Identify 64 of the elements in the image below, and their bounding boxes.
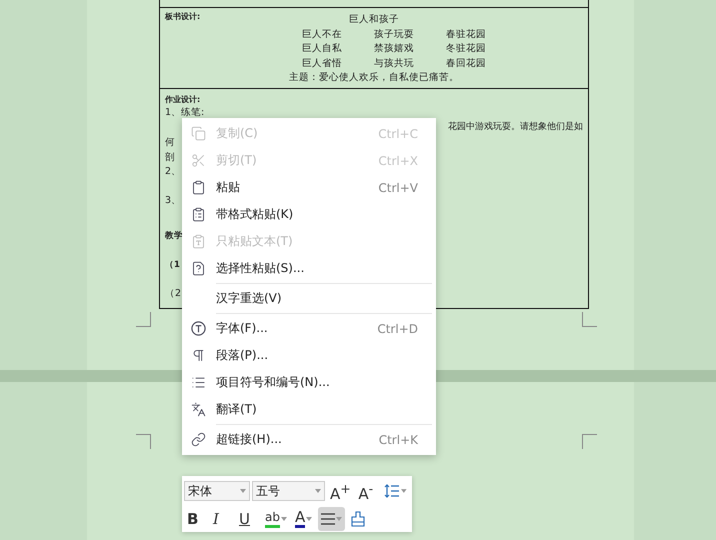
font-select[interactable]: 宋体 xyxy=(184,481,250,501)
document-text: 2、 xyxy=(165,165,182,178)
caret-icon xyxy=(240,489,246,493)
underline-button[interactable]: U xyxy=(236,507,260,531)
clipboard-icon xyxy=(190,180,206,195)
copy-icon xyxy=(190,126,206,141)
caret-icon xyxy=(336,517,342,521)
board-text: 春驻花园 xyxy=(446,28,486,42)
clipboard-list-icon xyxy=(190,207,206,222)
section-label: 作业设计: xyxy=(165,94,200,105)
grow-button[interactable]: A$^{+}$ xyxy=(326,479,354,503)
color-button[interactable]: A xyxy=(292,507,316,531)
link-icon xyxy=(190,432,206,447)
menu-item[interactable]: 超链接(H)... Ctrl+K xyxy=(182,426,436,453)
board-text: 春回花园 xyxy=(446,56,486,71)
clipboard-text-icon xyxy=(190,234,206,249)
board-text: 巨人不在 xyxy=(302,28,342,42)
caret-icon xyxy=(306,517,312,521)
document-text: 何 xyxy=(165,136,175,149)
menu-item[interactable]: 项目符号和编号(N)... xyxy=(182,369,436,396)
caret-icon xyxy=(401,489,407,493)
crop-mark xyxy=(582,312,597,327)
board-title: 巨人和孩子 xyxy=(349,13,399,27)
italic-button[interactable]: I xyxy=(210,507,234,531)
caret-icon xyxy=(314,489,321,493)
board-text: 禁孩嬉戏 xyxy=(374,42,414,56)
circled-t-icon xyxy=(190,321,206,336)
board-text: 孩子玩耍 xyxy=(374,28,414,42)
line-spacing-icon xyxy=(384,484,400,498)
document-text: 花园中游戏玩耍。请想象他们是如 xyxy=(448,121,583,134)
board-text: 与孩共玩 xyxy=(374,56,414,71)
crop-mark xyxy=(136,434,151,449)
clipboard-question-icon xyxy=(190,261,206,276)
document-text: 教学 xyxy=(165,230,183,243)
format-brush-icon xyxy=(350,511,366,527)
document-text: 剖 xyxy=(165,151,175,164)
paragraph-icon xyxy=(190,348,206,363)
scissors-icon xyxy=(190,153,206,168)
align-icon xyxy=(320,513,335,525)
crop-mark xyxy=(136,312,151,327)
document-text: （2 xyxy=(165,287,182,300)
document-text: 1、练笔: xyxy=(165,106,204,119)
menu-item[interactable]: 汉字重选(V) xyxy=(182,285,436,312)
document-text: （1 xyxy=(165,259,180,272)
board-text: 巨人省悟 xyxy=(302,56,342,71)
menu-item[interactable]: 带格式粘贴(K) xyxy=(182,201,436,228)
board-text: 巨人自私 xyxy=(302,42,342,56)
highlight-button[interactable]: ab xyxy=(262,507,290,531)
bold-button[interactable]: B xyxy=(184,507,208,531)
crop-mark xyxy=(582,434,597,449)
theme-text: 主题：爱心使人欢乐，自私使已痛苦。 xyxy=(289,71,459,86)
font-size-select[interactable]: 五号 xyxy=(252,481,325,501)
menu-item[interactable]: 粘贴 Ctrl+V xyxy=(182,174,436,201)
board-text: 冬驻花园 xyxy=(446,42,486,56)
align-button[interactable] xyxy=(318,507,345,531)
menu-item[interactable]: 翻译(T) xyxy=(182,396,436,423)
menu-item[interactable]: 段落(P)... xyxy=(182,342,436,369)
menu-item[interactable]: 字体(F)... Ctrl+D xyxy=(182,315,436,342)
caret-icon xyxy=(280,517,287,521)
translate-icon xyxy=(190,402,206,417)
document-text: 3、 xyxy=(165,194,182,207)
shrink-button[interactable]: A$^{-}$ xyxy=(355,479,380,503)
menu-item[interactable]: 选择性粘贴(S)... xyxy=(182,255,436,282)
section-label: 板书设计: xyxy=(165,11,200,22)
